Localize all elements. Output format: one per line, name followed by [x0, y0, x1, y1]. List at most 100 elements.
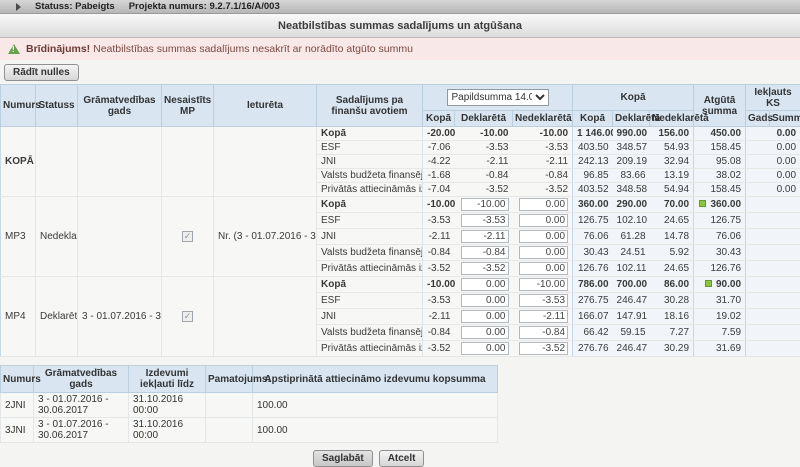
papild-nedeklareta-input[interactable] — [519, 262, 568, 275]
papild-kopa-cell: -3.52 — [423, 261, 455, 277]
ks-gads-cell — [746, 213, 770, 229]
warning-label: Brīdinājums! — [26, 43, 90, 55]
show-zeros-button[interactable]: Rādīt nulles — [4, 64, 79, 81]
papild-deklareta-cell: -0.84 — [455, 169, 513, 183]
toolbar: Rādīt nulles — [0, 60, 800, 84]
ks-gads-cell — [746, 245, 770, 261]
kopa-kopa-cell: 360.00 — [573, 197, 613, 213]
atguta-summa-cell: 76.06 — [694, 229, 746, 245]
numurs-cell: MP4 — [1, 277, 36, 357]
expander-icon[interactable] — [16, 3, 21, 11]
papild-deklareta-input[interactable] — [461, 230, 509, 243]
papild-deklareta-cell — [455, 245, 513, 261]
ok-icon — [699, 200, 706, 207]
papild-nedeklareta-input[interactable] — [519, 230, 568, 243]
kopa-kopa-cell: 66.42 — [573, 325, 613, 341]
gramatvedibas-gads-cell — [78, 197, 162, 277]
finansu-avots-label: ESF — [317, 141, 423, 155]
papild-deklareta-input[interactable] — [461, 310, 509, 323]
papild-nedeklareta-cell — [513, 245, 573, 261]
papild-deklareta-input[interactable] — [461, 214, 509, 227]
papild-deklareta-input[interactable] — [461, 342, 509, 355]
papild-kopa-cell: -3.53 — [423, 213, 455, 229]
papild-nedeklareta-input[interactable] — [519, 246, 568, 259]
kopa-deklareta-cell: 290.00 — [613, 197, 650, 213]
papild-deklareta-input[interactable] — [461, 278, 509, 291]
kopa-nedeklareta-cell: 86.00 — [650, 277, 694, 293]
papild-deklareta-cell — [455, 261, 513, 277]
cancel-button[interactable]: Atcelt — [379, 450, 425, 467]
nesaistits-mp-cell: ✓ — [162, 197, 214, 277]
kopa-nedeklareta-cell: 24.65 — [650, 213, 694, 229]
page-title-bar: Neatbilstības summas sadalījums un atgūš… — [0, 14, 800, 38]
papild-nedeklareta-input[interactable] — [519, 214, 568, 227]
papild-kopa-cell: -3.52 — [423, 341, 455, 357]
bottom-cell: 3 - 01.07.2016 - 30.06.2017 — [34, 418, 129, 443]
papild-deklareta-cell — [455, 277, 513, 293]
bottom-cell: 31.10.2016 00:00 — [129, 418, 206, 443]
subcol-ks-summa: Summa — [770, 111, 800, 127]
kopa-deklareta-cell: 348.57 — [613, 141, 650, 155]
subcol-papild-kopa: Kopā — [423, 111, 455, 127]
papild-kopa-cell: -4.22 — [423, 155, 455, 169]
papild-deklareta-input[interactable] — [461, 326, 509, 339]
finance-row: MP4Deklarēts3 - 01.07.2016 - 30.06.2017✓… — [1, 277, 800, 293]
papild-nedeklareta-cell — [513, 293, 573, 309]
papild-nedeklareta-input[interactable] — [519, 326, 568, 339]
kopa-nedeklareta-cell: 30.29 — [650, 341, 694, 357]
ks-summa-cell: 0.00 — [770, 169, 800, 183]
papild-nedeklareta-input[interactable] — [519, 342, 568, 355]
subcol-papild-nedeklareta: Nedeklarētā — [513, 111, 573, 127]
bottom-cell: 100.00 — [253, 418, 498, 443]
ks-gads-cell — [746, 309, 770, 325]
finance-row: MP3Nedeklarēts✓Nr. (3 - 01.07.2016 - 30.… — [1, 197, 800, 213]
papild-nedeklareta-cell — [513, 325, 573, 341]
action-buttons: Saglabāt Atcelt — [313, 450, 800, 467]
ks-summa-cell: 0.00 — [770, 183, 800, 197]
col-header-numurs: Numurs — [1, 85, 36, 127]
papild-nedeklareta-input[interactable] — [519, 310, 568, 323]
papild-nedeklareta-input[interactable] — [519, 198, 568, 211]
papild-nedeklareta-cell: -0.84 — [513, 169, 573, 183]
papild-deklareta-input[interactable] — [461, 294, 509, 307]
kopa-nedeklareta-cell: 54.93 — [650, 141, 694, 155]
bottom-cell — [206, 393, 253, 418]
kopa-kopa-cell: 166.07 — [573, 309, 613, 325]
nesaistits-mp-checkbox[interactable]: ✓ — [182, 311, 193, 322]
ks-summa-cell — [770, 293, 800, 309]
col-header-gads: Grāmatvedības gads — [78, 85, 162, 127]
finansu-avots-label: Privātās attiecināmās izmaksas — [317, 261, 423, 277]
papild-kopa-cell: -20.00 — [423, 127, 455, 141]
bottom-col-header: Numurs — [1, 366, 34, 393]
ks-summa-cell — [770, 277, 800, 293]
papild-nedeklareta-input[interactable] — [519, 278, 568, 291]
papild-nedeklareta-cell — [513, 197, 573, 213]
page-title: Neatbilstības summas sadalījums un atgūš… — [278, 20, 522, 32]
papild-deklareta-cell: -3.52 — [455, 183, 513, 197]
ks-summa-cell — [770, 197, 800, 213]
papild-nedeklareta-cell: -2.11 — [513, 155, 573, 169]
papild-nedeklareta-cell — [513, 229, 573, 245]
papildsumma-select[interactable]: Papildsumma 14.06.2017 — [447, 89, 549, 106]
kopa-deklareta-cell: 209.19 — [613, 155, 650, 169]
papild-deklareta-input[interactable] — [461, 198, 509, 211]
finansu-avots-label: Valsts budžeta finansējums — [317, 325, 423, 341]
papild-kopa-cell: -10.00 — [423, 197, 455, 213]
subcol-kopa-deklareta: Deklarētā — [613, 111, 650, 127]
kopa-kopa-cell: 276.75 — [573, 293, 613, 309]
papild-deklareta-input[interactable] — [461, 262, 509, 275]
papild-deklareta-cell: -2.11 — [455, 155, 513, 169]
papildsumma-header: Papildsumma 14.06.2017 — [423, 85, 573, 111]
numurs-cell: MP3 — [1, 197, 36, 277]
papild-kopa-cell: -2.11 — [423, 309, 455, 325]
save-button[interactable]: Saglabāt — [313, 450, 373, 467]
nesaistits-mp-checkbox[interactable]: ✓ — [182, 231, 193, 242]
finansu-avots-label: Valsts budžeta finansējums — [317, 169, 423, 183]
kopa-kopa-cell: 242.13 — [573, 155, 613, 169]
project-number-text: Projekta numurs: 9.2.7.1/16/A/003 — [129, 1, 280, 12]
papild-kopa-cell: -10.00 — [423, 277, 455, 293]
papild-nedeklareta-input[interactable] — [519, 294, 568, 307]
ks-gads-cell — [746, 127, 770, 141]
atguta-summa-cell: 31.69 — [694, 341, 746, 357]
papild-deklareta-input[interactable] — [461, 246, 509, 259]
